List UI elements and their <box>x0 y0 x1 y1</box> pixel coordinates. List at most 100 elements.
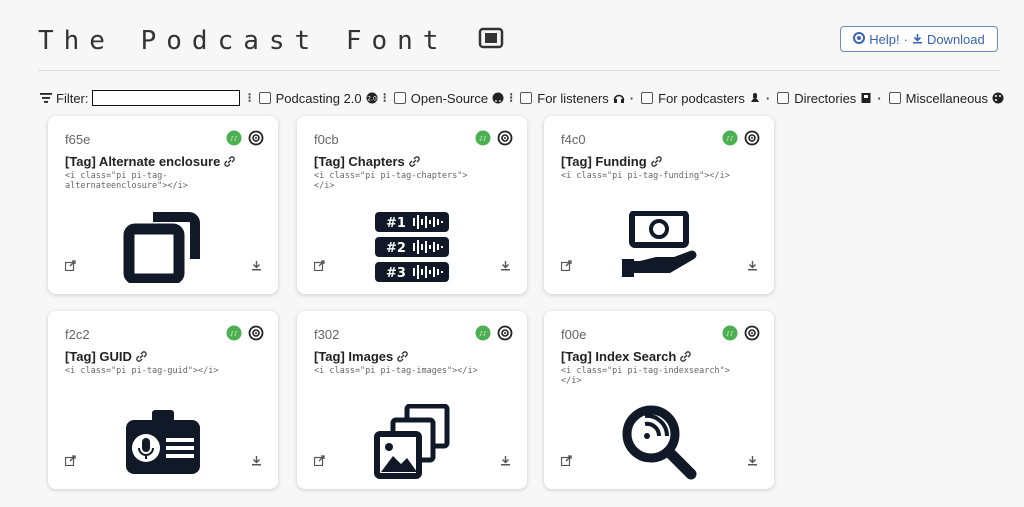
podcasting-2-badge-icon: ♪♪ <box>475 325 491 346</box>
icon-name-text: [Tag] Funding <box>561 154 647 169</box>
podcasting-2-badge-icon: ♪♪ <box>226 130 242 151</box>
for-podcasters-checkbox[interactable] <box>641 92 654 104</box>
podcaster-mic-icon <box>749 92 761 104</box>
svg-text:♪♪: ♪♪ <box>479 136 487 143</box>
link-icon[interactable] <box>397 350 408 365</box>
icon-card[interactable]: f4c0 ♪♪ [Tag] Funding <i class="pi pi-ta… <box>544 116 774 294</box>
chapters-icon: #1 #2 #3 <box>362 208 462 286</box>
open-external-icon[interactable] <box>64 453 76 471</box>
card-badges: ♪♪ <box>226 325 264 346</box>
podcast-index-badge-icon <box>497 325 513 346</box>
icon-name-text: [Tag] Images <box>314 349 394 364</box>
page-title-text: The Podcast Font <box>38 26 449 56</box>
link-icon[interactable] <box>409 155 420 170</box>
icon-code: f2c2 <box>65 327 90 342</box>
podcasting-2-badge-icon: ♪♪ <box>722 325 738 346</box>
card-badges: ♪♪ <box>722 130 760 151</box>
download-svg-icon[interactable] <box>500 453 511 471</box>
icon-name-text: [Tag] Alternate enclosure <box>65 154 221 169</box>
icon-snippet: <i class="pi pi-tag- alternateenclosure"… <box>65 171 188 191</box>
help-download-button[interactable]: Help! · Download <box>840 26 998 52</box>
index-search-icon <box>609 403 709 481</box>
filter-separator: ⁝ <box>247 90 252 105</box>
images-icon <box>362 403 462 481</box>
open-external-icon[interactable] <box>560 258 572 276</box>
icon-code: f00e <box>561 327 587 342</box>
download-svg-icon[interactable] <box>500 258 511 276</box>
help-label[interactable]: Help! <box>869 32 899 47</box>
link-icon[interactable] <box>650 155 662 170</box>
download-svg-icon[interactable] <box>747 258 758 276</box>
funding-icon <box>609 208 709 286</box>
miscellaneous-checkbox[interactable] <box>888 92 901 104</box>
chapter-label-2: #2 <box>386 241 406 256</box>
icon-name: [Tag] Index Search <box>561 349 692 365</box>
podcast-index-badge-icon <box>744 325 760 346</box>
icon-card[interactable]: f65e ♪♪ [Tag] Alternate enclosure <i cla… <box>48 116 278 294</box>
podcasting-2-badge-icon: ♪♪ <box>226 325 242 346</box>
open-external-icon[interactable] <box>64 258 76 276</box>
filter-icon <box>40 91 52 106</box>
open-source-label[interactable]: Open-Source <box>411 91 488 106</box>
miscellaneous-palette-icon <box>992 92 1004 104</box>
icon-code: f302 <box>314 327 340 342</box>
link-icon[interactable] <box>224 155 236 170</box>
icon-code: f65e <box>65 132 91 147</box>
download-icon <box>912 32 923 47</box>
icon-card[interactable]: f302 ♪♪ [Tag] Images <i class="pi pi-tag… <box>297 311 527 489</box>
download-svg-icon[interactable] <box>251 258 262 276</box>
download-svg-icon[interactable] <box>747 453 758 471</box>
podcast-index-badge-icon <box>248 325 264 346</box>
page: The Podcast Font Help! · Download Filter… <box>0 0 1024 507</box>
help-icon <box>853 31 866 47</box>
filter-separator: ⁝ <box>509 90 514 105</box>
icon-card[interactable]: f2c2 ♪♪ [Tag] GUID <i class="pi pi-tag-g… <box>48 311 278 489</box>
download-label[interactable]: Download <box>927 32 985 47</box>
podcast-index-badge-icon <box>744 130 760 151</box>
link-icon[interactable] <box>136 350 147 365</box>
directories-checkbox[interactable] <box>777 92 790 104</box>
for-podcasters-label[interactable]: For podcasters <box>658 91 745 106</box>
podcast-index-badge-icon <box>497 130 513 151</box>
download-svg-icon[interactable] <box>251 453 262 471</box>
open-external-icon[interactable] <box>313 453 325 471</box>
icon-name: [Tag] Chapters <box>314 154 420 170</box>
for-listeners-label[interactable]: For listeners <box>537 91 609 106</box>
chapter-label-3: #3 <box>386 266 406 281</box>
icon-snippet: <i class="pi pi-tag-chapters"> </i> <box>314 171 468 191</box>
open-source-checkbox[interactable] <box>393 92 406 104</box>
directories-label[interactable]: Directories <box>794 91 856 106</box>
icon-name-text: [Tag] Chapters <box>314 154 405 169</box>
miscellaneous-label[interactable]: Miscellaneous <box>906 91 988 106</box>
directory-book-icon <box>860 92 872 104</box>
icon-name-text: [Tag] Index Search <box>561 349 677 364</box>
card-badges: ♪♪ <box>722 325 760 346</box>
icon-name: [Tag] Alternate enclosure <box>65 154 236 170</box>
icon-card[interactable]: f0cb ♪♪ [Tag] Chapters <i class="pi pi-t… <box>297 116 527 294</box>
chapter-label-1: #1 <box>386 216 406 231</box>
icon-snippet: <i class="pi pi-tag-funding"></i> <box>561 171 730 181</box>
filter-input[interactable] <box>91 90 240 106</box>
icon-code: f0cb <box>314 132 339 147</box>
svg-text:♪♪: ♪♪ <box>230 136 238 143</box>
podcasting-2-label[interactable]: Podcasting 2.0 <box>276 91 362 106</box>
filter-separator: · <box>629 90 635 106</box>
link-icon[interactable] <box>680 350 692 365</box>
filter-separator: ⁝ <box>382 90 387 105</box>
podcast-font-logo-icon <box>478 26 504 57</box>
help-separator: · <box>903 31 908 47</box>
svg-text:♪♪: ♪♪ <box>726 136 734 143</box>
icon-snippet: <i class="pi pi-tag-guid"></i> <box>65 366 219 376</box>
guid-icon <box>113 403 213 481</box>
card-badges: ♪♪ <box>475 130 513 151</box>
card-badges: ♪♪ <box>226 130 264 151</box>
open-external-icon[interactable] <box>560 453 572 471</box>
icon-card[interactable]: f00e ♪♪ [Tag] Index Search <i class="pi … <box>544 311 774 489</box>
icon-snippet: <i class="pi pi-tag-images"></i> <box>314 366 478 376</box>
for-listeners-checkbox[interactable] <box>520 92 533 104</box>
icon-code: f4c0 <box>561 132 586 147</box>
podcasting-2-checkbox[interactable] <box>258 92 271 104</box>
open-external-icon[interactable] <box>313 258 325 276</box>
filter-label: Filter: <box>56 90 89 106</box>
svg-text:♪♪: ♪♪ <box>479 331 487 338</box>
